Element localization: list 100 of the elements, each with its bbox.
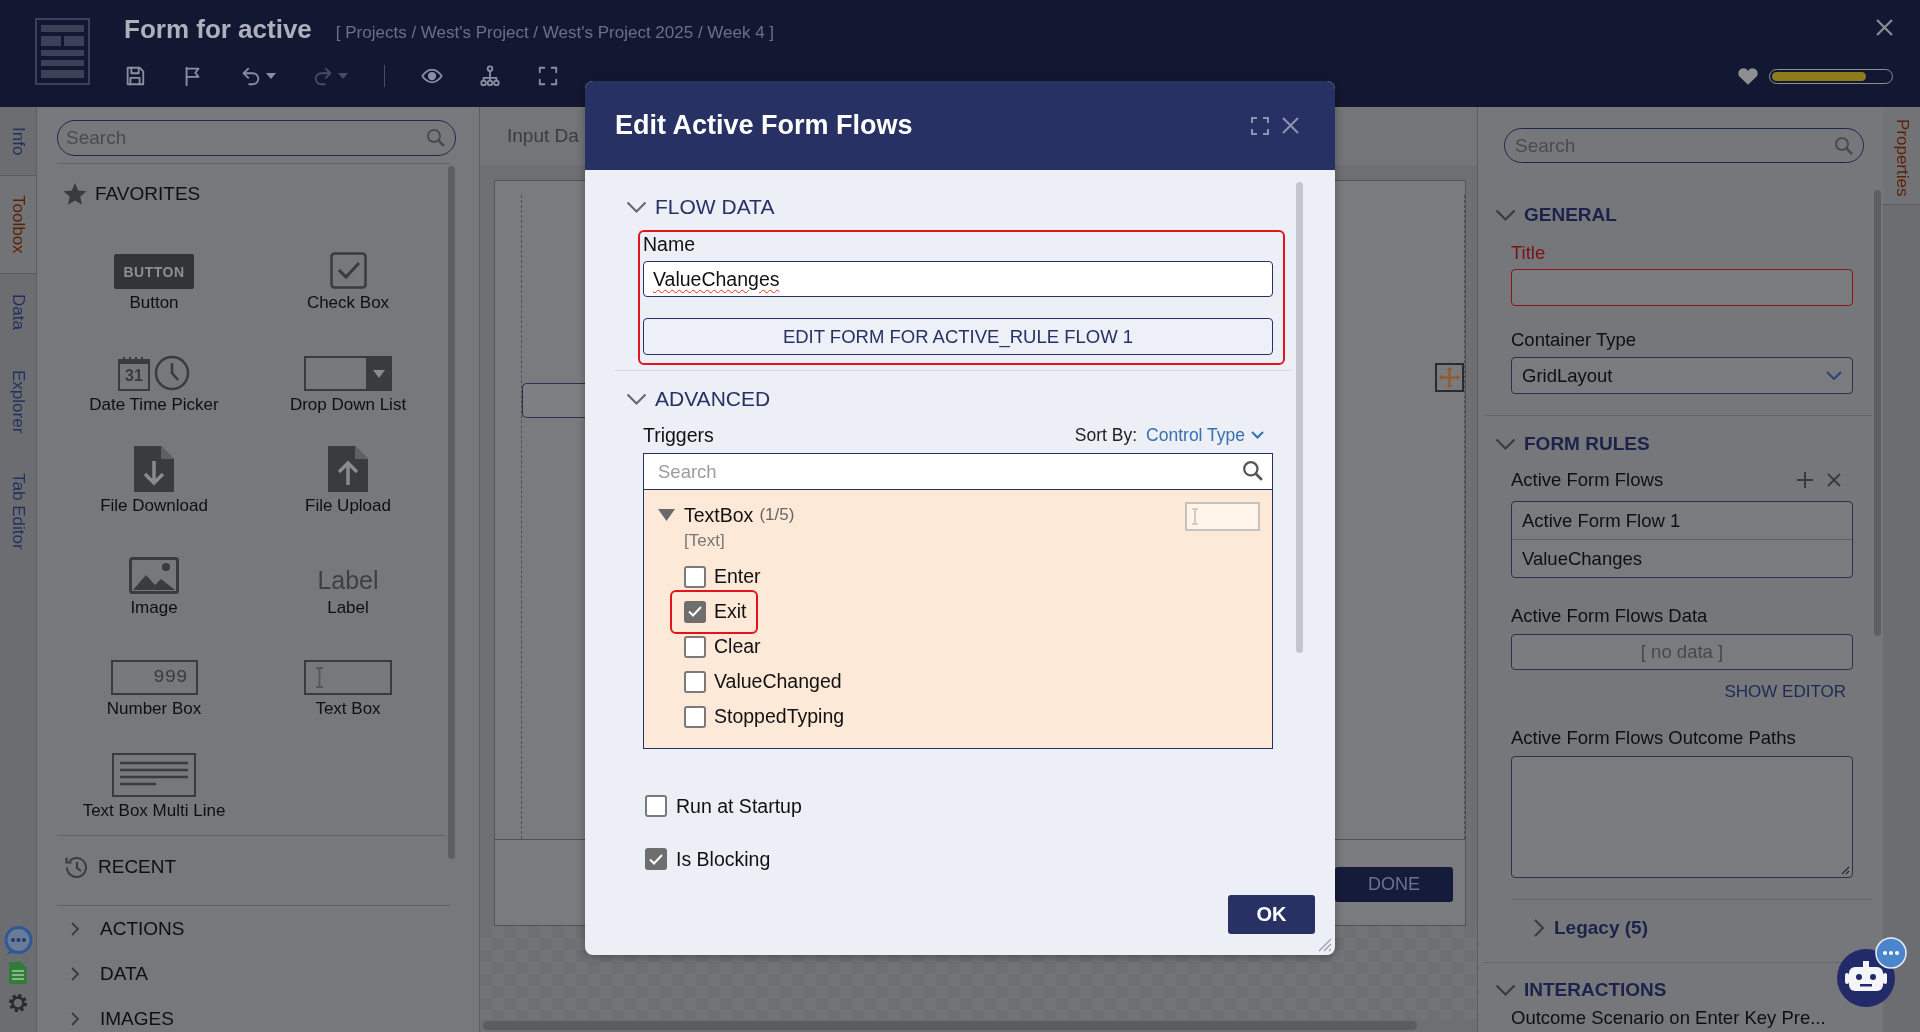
heart-icon [1738, 67, 1758, 85]
container-type-select[interactable]: GridLayout [1511, 357, 1853, 394]
done-button[interactable]: DONE [1335, 867, 1453, 902]
field-label: Container Type [1511, 329, 1637, 351]
category-item[interactable]: DATA [57, 951, 148, 996]
toolbox-item[interactable]: File Download [57, 443, 251, 517]
section-toggle[interactable]: FORM RULES [1478, 424, 1650, 464]
title-input[interactable] [1511, 269, 1853, 306]
trigger-checkbox[interactable] [684, 635, 706, 658]
name-input[interactable]: ValueChanges [643, 261, 1273, 297]
scrollbar[interactable] [1296, 182, 1303, 653]
trigger-label: Enter [714, 565, 761, 588]
triggers-label: Triggers [643, 424, 714, 446]
section-toggle[interactable]: ADVANCED [626, 387, 771, 411]
option-label: Is Blocking [676, 847, 771, 871]
resize-grip-icon[interactable] [1841, 866, 1850, 875]
trigger-label: Clear [714, 635, 761, 658]
trigger-checkbox[interactable] [684, 600, 706, 623]
field-label: Title [1511, 242, 1546, 264]
save-icon[interactable] [124, 65, 146, 87]
scrollbar[interactable] [448, 166, 455, 859]
file-download-icon [134, 446, 174, 492]
document-icon[interactable] [9, 962, 27, 984]
move-icon[interactable] [1435, 363, 1464, 392]
option-label: Run at Startup [676, 794, 802, 818]
chatbot-icon[interactable] [1836, 937, 1907, 1007]
toolbox-item[interactable]: Image [57, 544, 251, 619]
toolbox-item[interactable]: Text Box [251, 646, 445, 720]
option-checkbox[interactable] [645, 795, 667, 817]
category-item[interactable]: ACTIONS [57, 906, 185, 951]
add-icon[interactable] [1797, 472, 1813, 488]
toolbox-item[interactable]: 31 Date Time Picker [57, 341, 251, 416]
search-icon [426, 128, 445, 147]
search-icon [1242, 460, 1263, 481]
caret-icon [266, 73, 276, 79]
form-logo-icon [35, 18, 90, 85]
text-box-icon [1185, 501, 1260, 531]
tree-node-count: (1/5) [759, 505, 795, 525]
favorites-heading: FAVORITES [95, 183, 201, 205]
close-icon[interactable] [1282, 117, 1299, 134]
recent-heading: RECENT [98, 856, 177, 878]
form-field[interactable] [522, 383, 586, 418]
side-tab[interactable]: Data [0, 273, 36, 350]
undo-menu-button[interactable] [240, 65, 276, 87]
side-tab[interactable]: Explorer [0, 349, 36, 454]
number-box-preview: 999 [110, 660, 198, 695]
toolbox-item[interactable]: Check Box [251, 240, 445, 314]
resize-grip-icon[interactable] [1318, 938, 1332, 952]
side-tab[interactable]: Properties [1883, 107, 1920, 206]
image-icon [129, 556, 179, 594]
outcome-paths-field[interactable] [1511, 756, 1853, 878]
fullscreen-icon[interactable] [1251, 116, 1269, 135]
form-tab[interactable]: Input Da [507, 125, 579, 147]
legacy-toggle[interactable]: Legacy (5) [1511, 909, 1648, 947]
section-toggle[interactable]: GENERAL [1478, 195, 1617, 235]
history-icon [63, 854, 89, 880]
field-label: Outcome Scenario on Enter Key Pre... [1511, 1008, 1826, 1028]
trigger-checkbox[interactable] [684, 705, 706, 728]
trigger-checkbox[interactable] [684, 565, 706, 588]
side-tab[interactable]: Tab Editor [0, 453, 36, 570]
gear-icon[interactable] [7, 992, 29, 1014]
multiline-text-icon [112, 752, 196, 797]
trigger-label: ValueChanged [714, 670, 842, 693]
star-icon [63, 182, 87, 206]
toolbox-item[interactable]: 999 Number Box [57, 646, 251, 720]
close-icon[interactable] [1876, 19, 1893, 36]
side-tab[interactable]: Info [0, 107, 36, 176]
trigger-label: Exit [714, 600, 747, 623]
scrollbar[interactable] [1874, 190, 1881, 636]
toolbox-item[interactable]: File Upload [251, 443, 445, 517]
toolbox-item[interactable]: Label Label [251, 544, 445, 619]
toolbox-item[interactable]: BUTTON Button [57, 240, 251, 314]
tree-node-label: TextBox [684, 503, 754, 527]
fullscreen-icon[interactable] [537, 65, 559, 87]
triangle-down-icon[interactable] [658, 509, 675, 521]
side-tab[interactable]: Toolbox [0, 175, 36, 274]
chevron-down-icon [1251, 431, 1264, 439]
flow-list-item[interactable]: ValueChanges [1512, 539, 1852, 577]
hierarchy-icon[interactable] [479, 65, 501, 87]
sort-dropdown[interactable]: Control Type [1146, 424, 1264, 446]
chat-icon[interactable] [2, 926, 34, 956]
show-editor-button[interactable]: SHOW EDITOR [1724, 682, 1846, 702]
toolbox-item[interactable]: Text Box Multi Line [57, 747, 251, 822]
breadcrumb: [ Projects / West's Project / West's Project 2025 / Week 4 ] [335, 22, 775, 44]
trigger-checkbox[interactable] [684, 670, 706, 693]
ok-button[interactable]: OK [1228, 895, 1315, 934]
name-label: Name [643, 233, 696, 255]
checkmark-icon [649, 853, 663, 865]
section-toggle[interactable]: FLOW DATA [626, 195, 775, 219]
toolbox-item[interactable]: Drop Down List [251, 341, 445, 416]
close-icon[interactable] [1827, 473, 1841, 487]
chevron-down-icon [1826, 371, 1842, 380]
file-upload-icon [328, 446, 368, 492]
option-checkbox[interactable] [645, 848, 667, 870]
search-field[interactable]: Search [643, 453, 1273, 490]
flow-list-item[interactable]: Active Form Flow 1 [1512, 502, 1852, 539]
category-item[interactable]: IMAGES [57, 996, 174, 1032]
label-preview: Label [317, 565, 379, 594]
section-toggle[interactable]: INTERACTIONS [1478, 972, 1667, 1008]
edit-form-button[interactable]: EDIT FORM FOR ACTIVE_RULE FLOW 1 [643, 318, 1273, 355]
